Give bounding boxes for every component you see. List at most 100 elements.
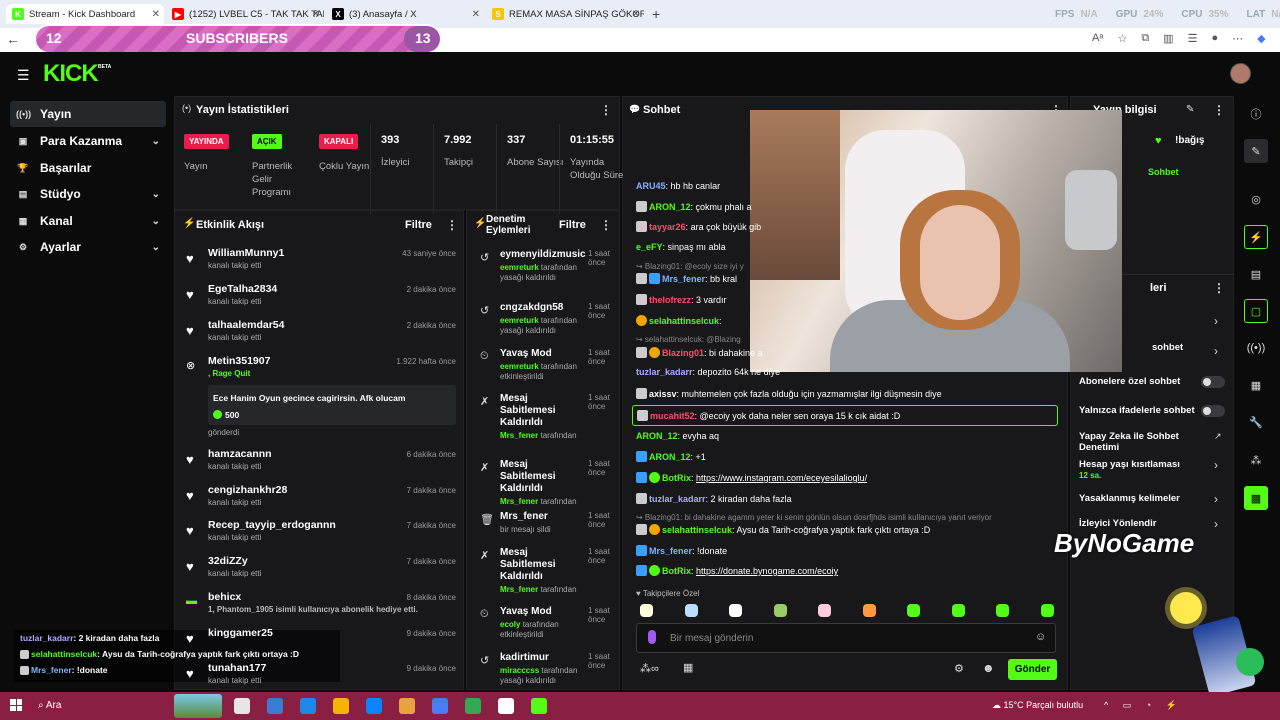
chat-settings-menu-icon[interactable]: ⋮ <box>1213 281 1225 295</box>
send-button[interactable]: Gönder <box>1008 659 1057 680</box>
chat-username[interactable]: BotRix <box>662 566 691 576</box>
emote-icon[interactable] <box>996 604 1009 617</box>
chat-message[interactable]: Blazing01: bi dahakine a <box>636 347 763 358</box>
chat-username[interactable]: Blazing01 <box>662 348 704 358</box>
emote-icon[interactable] <box>773 604 787 617</box>
close-icon[interactable]: ✕ <box>312 9 320 20</box>
chevron-right-icon[interactable]: › <box>1214 314 1218 328</box>
settings-row-label[interactable]: Yapay Zeka ile Sohbet Denetimi <box>1079 431 1199 453</box>
chat-message[interactable]: ARU45: hb hb canlar <box>636 181 720 191</box>
system-tray[interactable]: ^ ▭ ◔ ⚡ <box>1104 700 1183 711</box>
moderation-item[interactable]: ✗ Mesaj Sabitlemesi Kaldırıldı 1 saat önce… <box>476 459 612 506</box>
taskbar-search[interactable]: ⌕ Ara <box>38 700 61 711</box>
chat-message[interactable]: thelofrezz: 3 vardır <box>636 294 727 305</box>
settings-row-label[interactable]: Hesap yaşı kısıtlaması <box>1079 459 1199 470</box>
edge-icon[interactable] <box>399 698 415 714</box>
emote-icon[interactable] <box>684 604 698 617</box>
pencil-icon[interactable]: ✎ <box>1244 139 1268 163</box>
activity-username[interactable]: kinggamer25 <box>208 627 273 639</box>
chat-username[interactable]: selahattinselcuk <box>662 525 732 535</box>
emote-icon[interactable] <box>729 604 742 617</box>
chevron-right-icon[interactable]: › <box>1214 492 1218 506</box>
activity-username[interactable]: Recep_tayyip_erdogannn <box>208 519 336 531</box>
chat-message[interactable]: tayyar26: ara çok büyük gib <box>636 221 761 232</box>
chat-message[interactable]: BotRix: https://www.instagram.com/eceyes… <box>636 472 867 483</box>
proton-icon[interactable] <box>432 698 448 714</box>
chat-message[interactable]: tuzlar_kadarr: depozito 64k ne diye <box>636 367 780 377</box>
chat-username[interactable]: ARON_12 <box>649 452 691 462</box>
shop-icon[interactable]: ▦ <box>683 661 693 674</box>
chat-username[interactable]: tuzlar_kadarr <box>636 367 693 377</box>
chevron-down-icon[interactable]: ⌄ <box>152 136 160 147</box>
sidebar-item[interactable]: ((•)) Yayın <box>10 101 166 127</box>
settings-row-label[interactable]: Yalnızca ifadelerle sohbet <box>1079 405 1199 416</box>
chrome-icon[interactable] <box>300 698 316 714</box>
emote-icon[interactable] <box>818 604 831 617</box>
weather-widget[interactable]: ☁ 15°C Parçalı bulutlu <box>992 700 1083 711</box>
external-link-icon[interactable]: ↗ <box>1214 431 1222 442</box>
new-tab-button[interactable]: + <box>652 6 660 22</box>
moderation-item[interactable]: ⏲ Yavaş Mod 1 saat önce eemreturk tarafında… <box>476 348 612 392</box>
chat-username[interactable]: Mrs_fener <box>662 274 705 284</box>
browser-tab[interactable]: K Stream - Kick Dashboard ✕ <box>6 4 164 24</box>
store-icon[interactable] <box>366 698 382 714</box>
panel-icon[interactable]: ▦ <box>1244 373 1268 397</box>
back-icon[interactable]: ← <box>6 31 20 47</box>
emote-icon[interactable] <box>640 604 653 617</box>
activity-username[interactable]: 32diZZy <box>208 555 248 567</box>
chevron-down-icon[interactable]: ⌄ <box>152 216 160 227</box>
chevron-right-icon[interactable]: › <box>1214 517 1218 531</box>
activity-item[interactable]: ♥ WilliamMunny1 kanalı takip etti 43 saniye… <box>184 247 456 281</box>
broadcast-icon[interactable]: ((•)) <box>1244 336 1268 360</box>
moderation-item[interactable]: ↺ kadirtimur 1 saat önce miracccss tarafınd… <box>476 652 612 696</box>
kick-icon[interactable] <box>531 698 547 714</box>
moderator-name[interactable]: Mrs_fener <box>500 585 538 594</box>
moderation-item[interactable]: ✗ Mesaj Sabitlemesi Kaldırıldı 1 saat önce… <box>476 547 612 594</box>
chat-message[interactable]: selahattinselcuk: Aysu da Tarih-coğrafya… <box>636 524 930 535</box>
edit-icon[interactable]: ✎ <box>1186 104 1194 115</box>
copilot-icon[interactable] <box>267 698 283 714</box>
activity-filter-button[interactable]: Filtre <box>405 219 432 231</box>
moderation-menu-icon[interactable]: ⋮ <box>600 218 612 232</box>
toggle-switch[interactable] <box>1201 376 1225 388</box>
chat-message[interactable]: axissv: muhtemelen çok fazla olduğu için… <box>636 388 942 399</box>
moderator-name[interactable]: eemreturk <box>500 316 539 325</box>
activity-item[interactable]: ♥ EgeTalha2834 kanalı takip etti 2 dakika ö… <box>184 283 456 317</box>
sidebar-item[interactable]: ▣ Para Kazanma ⌄ <box>10 128 166 154</box>
chevron-down-icon[interactable]: ⌄ <box>152 242 160 253</box>
chat-text[interactable]: https://donate.bynogame.com/ecoiy <box>696 566 838 576</box>
settings-row-label[interactable]: Yasaklanmış kelimeler <box>1079 493 1199 504</box>
copilot-icon[interactable]: ◆ <box>1257 32 1265 45</box>
moderator-name[interactable]: eemreturk <box>500 362 539 371</box>
sidebar-item[interactable]: 🏆 Başarılar <box>10 155 166 181</box>
chat-message[interactable]: ARON_12: +1 <box>636 451 706 462</box>
chat-username[interactable]: ARON_12 <box>636 431 678 441</box>
chat-username[interactable]: mucahit52 <box>650 411 695 421</box>
chat-message[interactable]: e_eFY: sinpaş mı abla <box>636 242 726 252</box>
mic-icon[interactable] <box>648 630 656 644</box>
stream-info-menu-icon[interactable]: ⋮ <box>1213 103 1225 117</box>
split-icon[interactable]: ▥ <box>1163 32 1173 45</box>
emote-icon[interactable] <box>1040 604 1054 617</box>
wrench-icon[interactable]: 🔧 <box>1244 410 1268 434</box>
chat-username[interactable]: Mrs_fener <box>649 546 692 556</box>
sidebar-item[interactable]: ▤ Stüdyo ⌄ <box>10 181 166 207</box>
target-icon[interactable]: ◎ <box>1244 187 1268 211</box>
emote-icon[interactable] <box>862 604 876 617</box>
document-icon[interactable]: ▤ <box>1244 262 1268 286</box>
browser-tab[interactable]: S REMAX MASA SİNPAŞ GÖKORMA✕ <box>486 4 644 24</box>
activity-username[interactable]: WilliamMunny1 <box>208 247 284 259</box>
chat-icon[interactable]: ▢ <box>1244 299 1268 323</box>
chat-text[interactable]: https://www.instagram.com/eceyesilaliogl… <box>696 473 867 483</box>
task-view-icon[interactable] <box>234 698 250 714</box>
toggle-switch[interactable] <box>1201 405 1225 417</box>
emoji-icon[interactable]: ☺ <box>1035 631 1046 643</box>
nodes-icon[interactable]: ⁂ <box>1244 448 1268 472</box>
read-aloud-icon[interactable]: Aᵃ <box>1092 32 1103 45</box>
moderation-item[interactable]: ↺ eymenyildizmusic 1 saat önce eemreturk ta… <box>476 249 612 293</box>
moderator-name[interactable]: miracccss <box>500 666 539 675</box>
chat-username[interactable]: axissv <box>649 389 677 399</box>
activity-username[interactable]: hamzacannn <box>208 448 272 460</box>
activity-username[interactable]: EgeTalha2834 <box>208 283 277 295</box>
clapper-icon[interactable]: ▩ <box>1244 486 1268 510</box>
